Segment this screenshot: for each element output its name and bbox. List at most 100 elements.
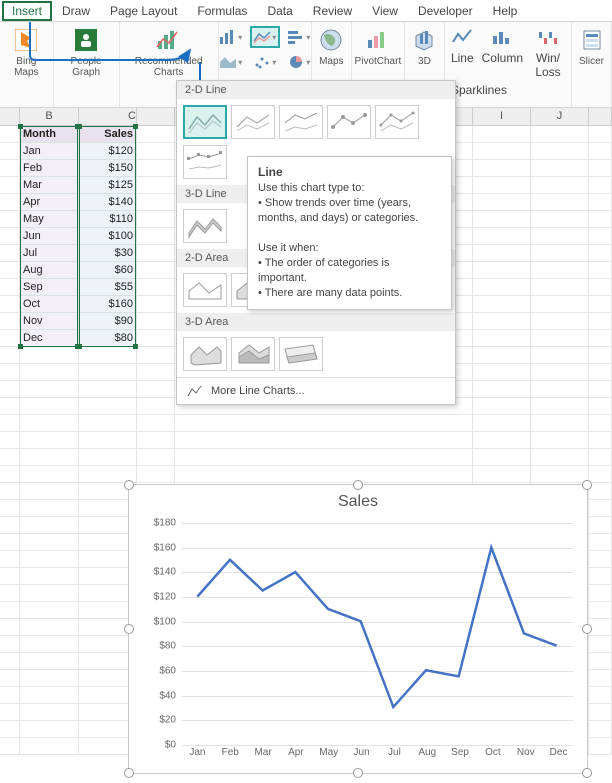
chart-option-100stacked-line[interactable] [279,105,323,139]
people-graph-label: People Graph [60,56,113,78]
slicer-button[interactable]: Slicer [572,22,612,107]
3d-map-icon [410,26,438,54]
more-line-charts[interactable]: More Line Charts... [177,377,455,404]
cell[interactable]: Dec [20,330,79,347]
cell[interactable]: $55 [79,279,137,296]
cell[interactable]: $100 [79,228,137,245]
cell[interactable]: $90 [79,313,137,330]
cell[interactable]: $140 [79,194,137,211]
insert-pie-chart-button[interactable]: ▾ [284,51,314,73]
cell[interactable]: Jul [20,245,79,262]
resize-handle[interactable] [353,480,363,490]
resize-handle[interactable] [582,624,592,634]
tooltip-text: Use it when: [258,242,319,254]
3d-label: 3D [418,56,431,67]
recommended-charts-icon [155,26,183,54]
resize-handle[interactable] [124,624,134,634]
cell[interactable]: Apr [20,194,79,211]
sparkline-column-label: Column [482,51,523,65]
cell[interactable]: Sep [20,279,79,296]
tab-developer[interactable]: Developer [408,1,483,21]
sparkline-winloss-button[interactable]: Win/ Loss [531,26,565,79]
recommended-charts-label: Recommended Charts [126,56,212,78]
chart-tooltip: Line Use this chart type to: • Show tren… [247,156,452,310]
tooltip-text: Use this chart type to: [258,182,364,194]
tab-review[interactable]: Review [303,1,362,21]
tab-view[interactable]: View [362,1,408,21]
col-header-B[interactable]: B [20,108,79,126]
cell[interactable]: Aug [20,262,79,279]
pivotchart-icon [364,26,392,54]
cell[interactable]: $150 [79,160,137,177]
cell[interactable]: Feb [20,160,79,177]
chart-option-3d-area[interactable] [183,337,227,371]
tooltip-bullet: • There are many data points. [258,287,402,299]
tab-page-layout[interactable]: Page Layout [100,1,187,21]
col-header-J[interactable]: J [531,108,589,126]
bing-maps-button[interactable]: Bing Maps [0,22,54,107]
cell[interactable]: Jan [20,143,79,160]
chart-option-stacked-line[interactable] [231,105,275,139]
tab-draw[interactable]: Draw [52,1,100,21]
cell[interactable]: Nov [20,313,79,330]
cell[interactable]: Sales [79,126,137,143]
insert-line-chart-button[interactable]: ▾ [250,26,280,48]
sparkline-winloss-label: Win/ Loss [531,51,565,79]
tooltip-bullet: • The order of categories is important. [258,257,389,284]
col-header-C[interactable]: C [79,108,137,126]
more-charts-icon [187,384,203,398]
cell[interactable]: Oct [20,296,79,313]
insert-bar-chart-button[interactable]: ▾ [284,26,314,48]
cell[interactable]: $160 [79,296,137,313]
resize-handle[interactable] [124,480,134,490]
cell[interactable]: Jun [20,228,79,245]
tab-help[interactable]: Help [483,1,528,21]
cell[interactable]: $125 [79,177,137,194]
chart-option-line-markers[interactable] [327,105,371,139]
tooltip-bullet: • Show trends over time (years, months, … [258,197,418,224]
insert-area-chart-button[interactable]: ▾ [216,51,246,73]
chart-option-3d-stacked-area[interactable] [231,337,275,371]
embedded-chart[interactable]: Sales $0$20$40$60$80$100$120$140$160$180… [128,484,588,774]
people-graph-button[interactable]: People Graph [54,22,120,107]
cell[interactable]: Month [20,126,79,143]
resize-handle[interactable] [582,768,592,778]
slicer-icon [578,26,606,54]
sparkline-line-label: Line [451,51,474,65]
chart-option-area[interactable] [183,273,227,307]
tab-insert[interactable]: Insert [2,1,52,21]
resize-handle[interactable] [582,480,592,490]
tab-formulas[interactable]: Formulas [187,1,257,21]
section-3d-area: 3-D Area [177,313,455,331]
slicer-label: Slicer [579,56,604,67]
cell[interactable]: $80 [79,330,137,347]
chart-option-stacked-line-markers[interactable] [375,105,419,139]
pivotchart-label: PivotChart [355,56,402,67]
chart-option-3d-100stacked-area[interactable] [279,337,323,371]
cell[interactable]: $120 [79,143,137,160]
people-graph-icon [72,26,100,54]
cell[interactable]: May [20,211,79,228]
sparkline-column-button[interactable]: Column [482,26,523,79]
insert-scatter-chart-button[interactable]: ▾ [250,51,280,73]
insert-column-chart-button[interactable]: ▾ [216,26,246,48]
col-header-I[interactable]: I [473,108,531,126]
tooltip-title: Line [258,165,283,179]
resize-handle[interactable] [353,768,363,778]
bing-maps-label: Bing Maps [6,56,47,78]
cell[interactable]: $60 [79,262,137,279]
cell[interactable]: Mar [20,177,79,194]
chart-option-line[interactable] [183,105,227,139]
tab-data[interactable]: Data [257,1,302,21]
plot-area[interactable]: $0$20$40$60$80$100$120$140$160$180JanFeb… [181,523,573,743]
maps-icon [317,26,345,54]
chart-option-3d-line[interactable] [183,209,227,243]
bing-maps-icon [12,26,40,54]
more-line-charts-label: More Line Charts... [211,385,305,397]
ribbon-tabs: Insert Draw Page Layout Formulas Data Re… [0,0,612,22]
sparkline-line-button[interactable]: Line [451,26,474,79]
cell[interactable]: $110 [79,211,137,228]
resize-handle[interactable] [124,768,134,778]
cell[interactable]: $30 [79,245,137,262]
chart-option-100stacked-line-markers[interactable] [183,145,227,179]
